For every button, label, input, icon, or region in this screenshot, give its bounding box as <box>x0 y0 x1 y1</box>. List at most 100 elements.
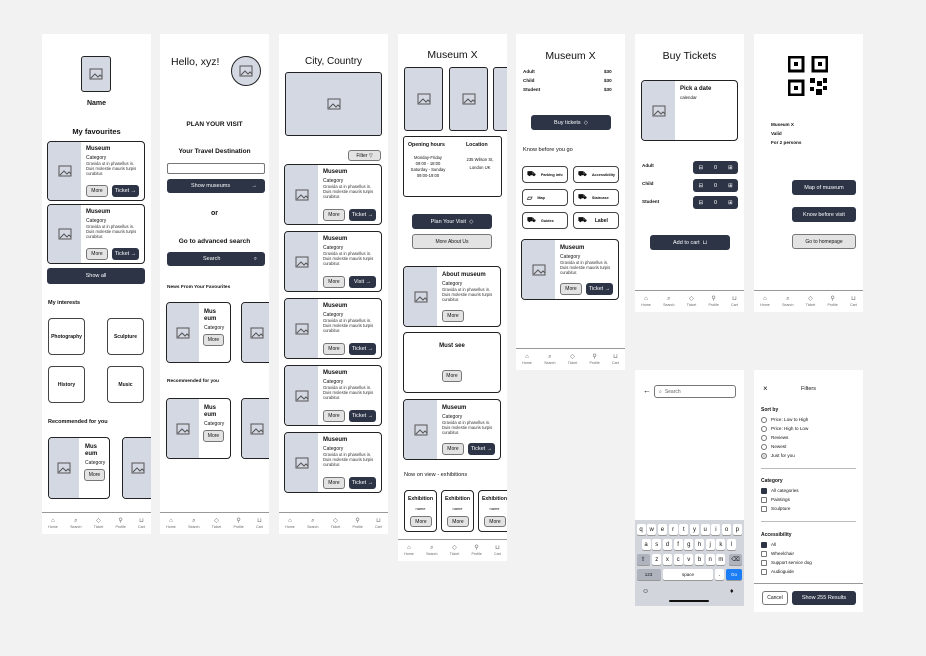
plus-icon[interactable]: ⊞ <box>728 165 733 171</box>
checkbox[interactable] <box>761 497 767 503</box>
nav-search[interactable]: ⌕ Search <box>426 545 437 556</box>
ticket-button[interactable]: Ticket → <box>349 477 376 489</box>
qty-stepper[interactable]: ⊟ 0 ⊞ <box>693 161 738 174</box>
key[interactable]: k <box>716 539 726 550</box>
key[interactable]: v <box>684 554 694 565</box>
map-button[interactable]: Map of museum <box>792 180 856 195</box>
interest-photography[interactable]: Photography <box>48 318 85 355</box>
category-option[interactable]: Sculpture <box>761 506 790 512</box>
nav-home[interactable]: ⌂ Home <box>48 518 58 529</box>
accessibility-option[interactable]: Audioguide <box>761 569 794 575</box>
about-card[interactable]: About museum Category Gravida ut in phas… <box>403 266 501 327</box>
nav-home[interactable]: ⌂ Home <box>760 296 770 307</box>
qty-stepper[interactable]: ⊟ 0 ⊞ <box>693 179 738 192</box>
emoji-icon[interactable]: ☺ <box>642 588 649 595</box>
checkbox-checked[interactable] <box>761 542 767 548</box>
nav-ticket[interactable]: ◇ Ticket <box>331 518 340 529</box>
interest-music[interactable]: Music <box>107 366 144 403</box>
key[interactable]: u <box>700 524 710 535</box>
more-button[interactable]: More <box>484 516 506 527</box>
sort-option-selected[interactable]: Just for you <box>761 453 795 459</box>
more-button[interactable]: More <box>86 185 108 197</box>
dot-key[interactable]: . <box>715 569 724 580</box>
nav-home[interactable]: ⌂ Home <box>166 518 176 529</box>
ticket-button[interactable]: Ticket → <box>349 343 376 355</box>
ticket-button[interactable]: Ticket → <box>586 283 613 295</box>
sort-option[interactable]: Price: Low to High <box>761 417 808 423</box>
nav-search[interactable]: ⌕ Search <box>782 296 793 307</box>
key[interactable]: b <box>695 554 704 565</box>
checkbox[interactable] <box>761 506 767 512</box>
nav-profile[interactable]: ⚲ Profile <box>353 518 363 529</box>
museum-card[interactable]: Museum Category Gravida ut in phasellus … <box>284 164 382 225</box>
accessibility-option[interactable]: Support service dog <box>761 560 812 566</box>
museum-card[interactable]: Museum Category Gravida ut in phasellus … <box>284 231 382 292</box>
nav-profile[interactable]: ⚲ Profile <box>828 296 838 307</box>
accessibility-option-selected[interactable]: All <box>761 542 776 548</box>
sort-option[interactable]: Price: High to Low <box>761 426 808 432</box>
nav-home[interactable]: ⌂ Home <box>641 296 651 307</box>
minus-icon[interactable]: ⊟ <box>698 183 703 189</box>
info-label[interactable]: ⛟ Label <box>573 212 619 229</box>
nav-home[interactable]: ⌂ Home <box>522 354 532 365</box>
checkbox[interactable] <box>761 551 767 557</box>
museum-card[interactable]: Museum Category Gravida ut in phasellus … <box>284 298 382 359</box>
key[interactable]: t <box>679 524 689 535</box>
museum-card[interactable]: Museum Category Gravida ut in phasellus … <box>284 365 382 426</box>
info-accessibility[interactable]: ⛟ Accessibility <box>573 166 619 183</box>
nav-profile[interactable]: ⚲ Profile <box>590 354 600 365</box>
back-arrow-icon[interactable]: ← <box>643 386 651 395</box>
more-button[interactable]: More <box>442 310 464 322</box>
recommended-card[interactable]: Mus eum Category More <box>48 437 110 499</box>
search-button[interactable]: Search ⌕ <box>167 252 265 266</box>
info-staircase[interactable]: ⛟ Staircase <box>573 189 619 206</box>
nav-search[interactable]: ⌕ Search <box>663 296 674 307</box>
info-map[interactable]: ▱ Map <box>522 189 568 206</box>
homepage-button[interactable]: Go to homepage <box>792 234 856 249</box>
category-option[interactable]: Paintings <box>761 497 790 503</box>
nav-ticket[interactable]: ◇ Ticket <box>94 518 103 529</box>
news-card[interactable] <box>241 302 269 363</box>
add-to-cart-button[interactable]: Add to cart ⊔ <box>650 235 730 250</box>
more-button[interactable]: More <box>323 276 345 288</box>
more-button[interactable]: More <box>323 209 345 221</box>
key[interactable]: i <box>711 524 721 535</box>
more-button[interactable]: More <box>84 469 105 481</box>
radio-selected[interactable] <box>761 453 767 459</box>
radio[interactable] <box>761 417 767 423</box>
date-picker-card[interactable]: Pick a date calendar <box>641 80 738 141</box>
nav-profile[interactable]: ⚲ Profile <box>116 518 126 529</box>
key[interactable]: z <box>652 554 662 565</box>
nav-search[interactable]: ⌕ Search <box>544 354 555 365</box>
delete-key[interactable]: ⌫ <box>729 554 742 565</box>
key[interactable]: y <box>690 524 699 535</box>
avatar[interactable] <box>231 56 261 86</box>
news-card[interactable]: Mus eum Category More <box>166 302 231 363</box>
nav-ticket[interactable]: ◇ Ticket <box>687 296 696 307</box>
more-button[interactable]: More <box>203 334 224 346</box>
interest-history[interactable]: History <box>48 366 85 403</box>
ticket-button[interactable]: Ticket → <box>349 410 376 422</box>
nav-profile[interactable]: ⚲ Profile <box>709 296 719 307</box>
key[interactable]: q <box>636 524 646 535</box>
key[interactable]: w <box>647 524 657 535</box>
cancel-button[interactable]: Cancel <box>762 591 788 605</box>
key[interactable]: s <box>652 539 662 550</box>
microphone-icon[interactable]: ♦ <box>730 588 734 595</box>
more-button[interactable]: More <box>323 410 345 422</box>
ticket-button[interactable]: Ticket → <box>349 209 376 221</box>
more-button[interactable]: More <box>323 477 345 489</box>
nav-cart[interactable]: ⊔ Cart <box>256 518 263 529</box>
destination-input[interactable] <box>167 163 265 174</box>
more-button[interactable]: More <box>560 283 582 295</box>
recommended-card[interactable]: Mus eum Category More <box>166 398 231 459</box>
key[interactable]: m <box>716 554 726 565</box>
know-before-visit-button[interactable]: Know before visit <box>792 207 856 222</box>
checkbox-checked[interactable] <box>761 488 767 494</box>
visit-button[interactable]: Visit → <box>349 276 376 288</box>
sort-option[interactable]: Reviews <box>761 435 788 441</box>
gallery-image[interactable] <box>493 67 507 131</box>
ticket-button[interactable]: Ticket → <box>112 185 139 197</box>
more-button[interactable]: More <box>86 248 108 260</box>
recommended-card[interactable] <box>241 398 269 459</box>
